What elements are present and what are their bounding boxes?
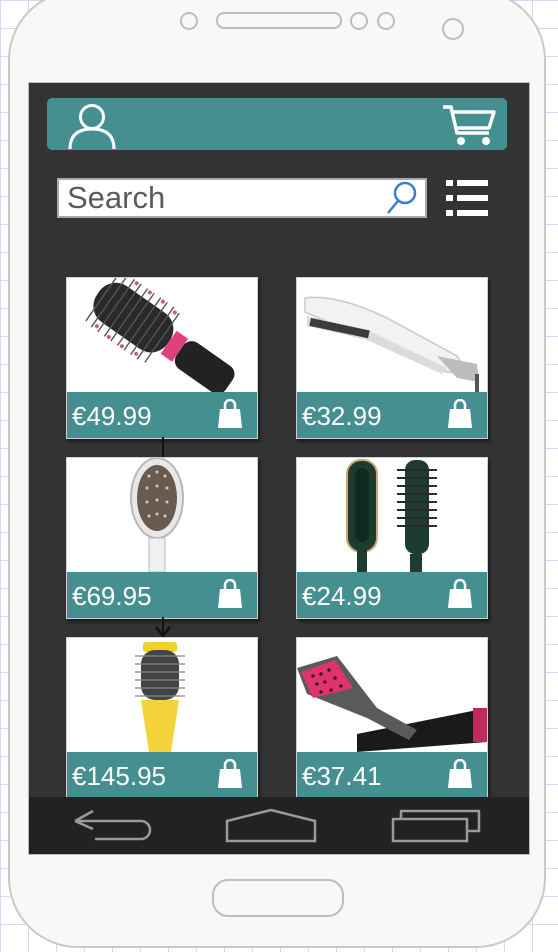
product-image-volumizer-brush [67, 638, 257, 752]
product-price: €37.41 [302, 761, 382, 791]
product-card[interactable]: €37.41 [296, 637, 488, 799]
search-input[interactable] [59, 180, 387, 216]
menu-icon[interactable] [446, 178, 488, 225]
android-nav-bar [29, 797, 529, 854]
cart-icon[interactable] [441, 102, 497, 153]
app-screen: €49.99 €32.99 [28, 82, 530, 855]
sensor-dot [180, 12, 198, 30]
recents-icon[interactable] [391, 807, 483, 848]
shopping-bag-icon[interactable] [217, 578, 243, 614]
speaker-grille [216, 12, 342, 29]
product-price: €145.95 [72, 761, 166, 791]
product-price: €32.99 [302, 401, 382, 431]
user-icon[interactable] [67, 100, 117, 155]
front-camera [442, 18, 464, 40]
product-card[interactable]: €69.95 [66, 457, 258, 619]
product-card[interactable]: €32.99 [296, 277, 488, 439]
product-card[interactable]: €24.99 [296, 457, 488, 619]
shopping-bag-icon[interactable] [447, 578, 473, 614]
shopping-bag-icon[interactable] [217, 398, 243, 434]
product-image-straightening-combs [297, 458, 487, 572]
product-price: €49.99 [72, 401, 152, 431]
shopping-bag-icon[interactable] [447, 398, 473, 434]
search-bar [57, 178, 427, 218]
back-icon[interactable] [73, 807, 157, 846]
hardware-home-button[interactable] [212, 879, 344, 917]
sensor-dot [350, 12, 368, 30]
sensor-dot [377, 12, 395, 30]
flow-connector [162, 437, 164, 457]
product-price: €24.99 [302, 581, 382, 611]
product-bar: €37.41 [297, 752, 487, 798]
product-bar: €32.99 [297, 392, 487, 438]
shopping-bag-icon[interactable] [217, 758, 243, 794]
product-image-flat-iron [297, 278, 487, 392]
product-price: €69.95 [72, 581, 152, 611]
product-bar: €145.95 [67, 752, 257, 798]
search-icon[interactable] [385, 180, 419, 221]
product-image-straightening-brush [67, 458, 257, 572]
product-card[interactable]: €49.99 [66, 277, 258, 439]
arrowhead-icon [155, 617, 171, 637]
product-bar: €24.99 [297, 572, 487, 618]
product-card[interactable]: €145.95 [66, 637, 258, 799]
product-image-pink-straightening-brush [297, 638, 487, 752]
product-bar: €69.95 [67, 572, 257, 618]
shopping-bag-icon[interactable] [447, 758, 473, 794]
product-bar: €49.99 [67, 392, 257, 438]
product-image-round-brush-dryer [67, 278, 257, 392]
app-header [47, 98, 507, 150]
home-icon[interactable] [225, 807, 317, 848]
